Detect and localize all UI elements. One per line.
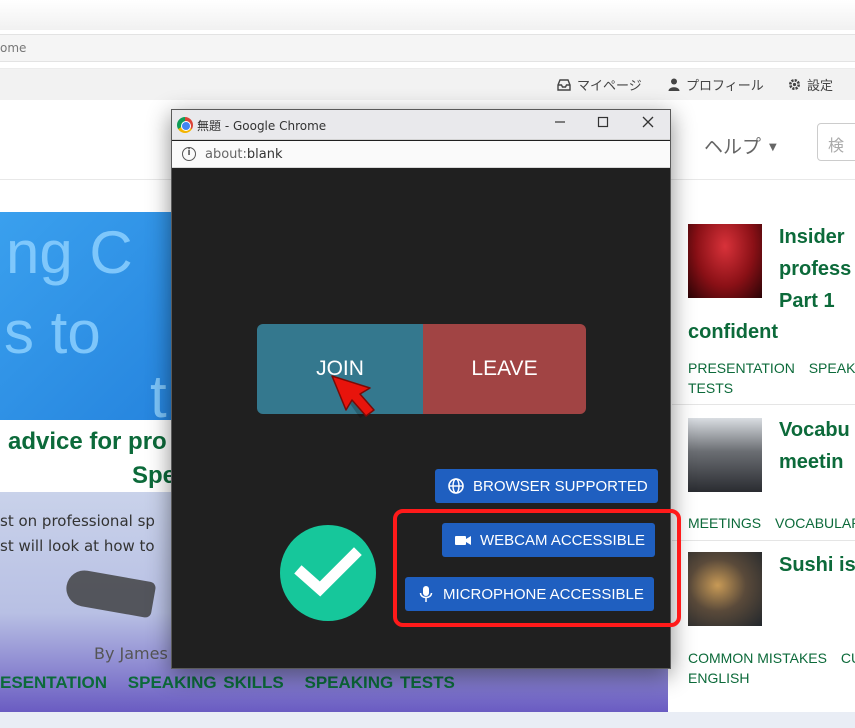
article-tags: ESENTATION SPEAKING SKILLS SPEAKING TEST… <box>0 673 469 693</box>
inbox-icon <box>557 78 571 91</box>
pointer-cursor-icon <box>331 375 375 418</box>
page-bottom-strip <box>0 712 855 728</box>
checkmark-icon <box>294 547 362 597</box>
browser-tabstrip <box>0 0 855 30</box>
popup-window-title: 無題 - Google Chrome <box>197 119 327 133</box>
article-excerpt: st will look at how to <box>0 537 155 555</box>
popup-url: about:blank <box>205 147 283 162</box>
sidebar-tags: ENGLISH <box>688 668 759 688</box>
sidebar-divider <box>672 404 855 405</box>
article-author[interactable]: By James <box>94 644 168 663</box>
help-label: ヘルプ <box>704 136 762 158</box>
browser-supported-badge: BROWSER SUPPORTED <box>435 469 658 503</box>
highlight-annotation <box>393 509 681 627</box>
chrome-logo-icon <box>177 117 193 133</box>
mypage-label: マイページ <box>577 79 642 94</box>
profile-label: プロフィール <box>686 79 764 94</box>
sidebar-thumbnail-curtain[interactable] <box>688 224 762 298</box>
leave-button[interactable]: LEAVE <box>423 324 586 414</box>
caret-down-icon: ▼ <box>769 142 777 153</box>
tag-link[interactable]: VOCABULAR <box>775 515 855 531</box>
sidebar-title-line[interactable]: Part 1 <box>779 285 835 317</box>
browser-address-bar[interactable]: ome <box>0 34 855 62</box>
tag-link[interactable]: SPEAKING SKILLS <box>128 673 284 692</box>
help-menu[interactable]: ヘルプ ▼ <box>704 132 777 159</box>
sidebar-title-line[interactable]: Vocabu <box>779 414 850 446</box>
gear-icon <box>789 79 800 90</box>
popup-address-bar[interactable]: i about:blank <box>172 141 670 168</box>
sidebar-tags: COMMON MISTAKES CU <box>688 648 855 668</box>
success-check-badge <box>280 525 376 621</box>
globe-icon <box>448 478 464 494</box>
hero-text-line: ng C <box>6 219 133 286</box>
sidebar-title-line[interactable]: confident <box>688 316 778 348</box>
sidebar-title-line[interactable]: Sushi is <box>779 549 855 581</box>
mypage-link[interactable]: マイページ <box>557 75 642 94</box>
tag-link[interactable]: ENGLISH <box>688 670 749 686</box>
sidebar-tags: TESTS <box>688 378 743 398</box>
browser-supported-label: BROWSER SUPPORTED <box>473 477 648 495</box>
hero-text-line: s to <box>4 299 101 366</box>
user-bar: マイページ プロフィール 設定 <box>0 68 855 100</box>
tag-link[interactable]: SPEAK <box>809 360 855 376</box>
article-title-line2[interactable]: Spe <box>132 462 176 490</box>
minimize-icon[interactable] <box>550 114 570 134</box>
tag-link[interactable]: COMMON MISTAKES <box>688 650 827 666</box>
sidebar-title-line[interactable]: profess <box>779 253 851 285</box>
tag-link[interactable]: SPEAKING TESTS <box>304 673 454 692</box>
sidebar-thumbnail-meeting[interactable] <box>688 418 762 492</box>
site-search-input[interactable]: 検 <box>817 123 855 161</box>
tag-link[interactable]: CU <box>841 650 855 666</box>
tag-link[interactable]: TESTS <box>688 380 733 396</box>
tag-link[interactable]: ESENTATION <box>0 673 107 692</box>
user-icon <box>668 78 680 91</box>
sidebar-tags: PRESENTATION SPEAK <box>688 358 855 378</box>
sidebar-title-line[interactable]: meetin <box>779 446 843 478</box>
article-title[interactable]: advice for pro <box>8 428 167 456</box>
sidebar-divider <box>672 540 855 541</box>
info-icon[interactable]: i <box>182 147 196 161</box>
sidebar-thumbnail-sushi[interactable] <box>688 552 762 626</box>
maximize-icon[interactable] <box>593 114 613 134</box>
hero-text-line: t <box>150 363 167 420</box>
article-excerpt: st on professional sp <box>0 512 155 530</box>
settings-link[interactable]: 設定 <box>788 75 833 94</box>
settings-label: 設定 <box>807 79 834 94</box>
sidebar-tags: MEETINGS VOCABULAR <box>688 513 855 533</box>
profile-link[interactable]: プロフィール <box>668 75 764 94</box>
tag-link[interactable]: MEETINGS <box>688 515 761 531</box>
close-icon[interactable] <box>638 114 658 134</box>
popup-titlebar[interactable]: 無題 - Google Chrome <box>172 110 670 140</box>
sidebar-title-line[interactable]: Insider <box>779 221 845 253</box>
tag-link[interactable]: PRESENTATION <box>688 360 795 376</box>
address-text: ome <box>0 41 27 55</box>
search-placeholder: 検 <box>828 136 845 155</box>
